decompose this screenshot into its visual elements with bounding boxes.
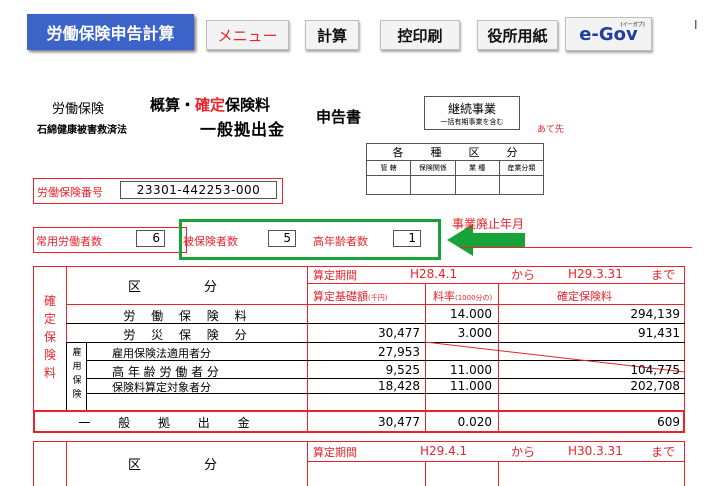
side-label-employment-insurance: 雇用保険 (72, 348, 82, 400)
business-type-note: 一括有期事業を含む (440, 118, 504, 126)
row-calc-target-label: 保険料算定対象者分 (112, 381, 211, 394)
table2-period-from: H29.4.1 (420, 444, 468, 458)
row-employment-applied-base[interactable]: 27,953 (310, 345, 420, 359)
table1-from-word: から (511, 268, 536, 282)
row-accident-rate[interactable]: 3.000 (430, 326, 492, 340)
calculate-button[interactable]: 計算 (305, 20, 359, 50)
office-form-button[interactable]: 役所用紙 (477, 20, 558, 50)
row-elderly-label: 高 年 齢 労 働 者 分 (112, 365, 219, 379)
general-contribution-base[interactable]: 30,477 (310, 415, 420, 429)
table2-from-word: から (511, 445, 536, 459)
highlight-box (179, 219, 441, 260)
row-calc-target-amount[interactable]: 202,708 (500, 379, 680, 393)
side-label-confirmed-premium: 確定保険料 (43, 294, 56, 380)
table2-period-label: 算定期間 (313, 446, 357, 459)
row-accident-base[interactable]: 30,477 (310, 326, 420, 340)
regular-workers-label: 常用労働者数 (36, 235, 102, 248)
table1-period-label: 算定期間 (313, 269, 357, 282)
rate-label: 料率(1000分の) (433, 290, 493, 303)
table2-period-to: H30.3.31 (568, 444, 623, 458)
row-elderly-amount[interactable]: 104,775 (500, 363, 680, 377)
menu-button[interactable]: メニュー (206, 20, 289, 50)
insurance-number-field[interactable]: 23301-442253-000 (120, 181, 277, 199)
header-asbestos-law: 石綿健康被害救済法 (37, 125, 127, 136)
table2-kubun: 区 (128, 458, 142, 473)
table2-bun: 分 (204, 458, 218, 473)
category-box: 各種区分 管 轄 保険関係 業 種 産業分類 (366, 143, 544, 176)
regular-workers-field[interactable]: 6 (136, 230, 165, 247)
category-input-row (366, 176, 544, 195)
table1-period-to: H29.3.31 (568, 267, 623, 281)
row-elderly-base[interactable]: 9,525 (310, 363, 420, 377)
general-contribution-label: 一 般 拠 出 金 (78, 416, 262, 430)
egov-tag: (イーガブ) (620, 22, 645, 28)
row-accident-amount[interactable]: 91,431 (500, 326, 680, 340)
row-calc-target-base[interactable]: 18,428 (310, 379, 420, 393)
business-closure-label: 事業廃止年月 (452, 217, 525, 231)
base-amount-label: 算定基礎額(千円) (313, 290, 388, 303)
row-labor-premium-amount[interactable]: 294,139 (500, 307, 680, 321)
addressee-label: あて先 (537, 125, 564, 135)
table2-to-word: まで (651, 445, 676, 459)
insurance-number-label: 労働保険番号 (37, 186, 103, 199)
form-title: 申告書 (316, 108, 362, 126)
table1-kubun: 区 (128, 280, 142, 295)
row-labor-premium-label: 労 働 保 険 料 (123, 309, 253, 323)
table1-period-from: H28.4.1 (410, 267, 458, 281)
app-title-button[interactable]: 労働保険申告計算 (27, 14, 194, 50)
header-general-contribution: 一般拠出金 (200, 120, 286, 139)
category-cols: 管 轄 保険関係 業 種 産業分類 (367, 161, 543, 176)
egov-button[interactable]: e-Gov (イーガブ) (565, 17, 652, 51)
closure-underline (460, 247, 692, 248)
row-elderly-rate[interactable]: 11.000 (430, 363, 492, 377)
print-copy-button[interactable]: 控印刷 (380, 20, 460, 50)
row-accident-label: 労 災 保 険 分 (123, 328, 253, 342)
business-type-box: 継続事業 一括有期事業を含む (424, 96, 520, 130)
confirmed-premium-label: 確定保険料 (557, 290, 612, 303)
header-title-row1: 概算・確定保険料 (150, 96, 271, 114)
general-contribution-rate[interactable]: 0.020 (430, 415, 492, 429)
business-type-label: 継続事業 (447, 102, 496, 116)
category-title: 各種区分 (367, 144, 543, 161)
general-contribution-amount[interactable]: 609 (500, 415, 680, 429)
row-calc-target-rate[interactable]: 11.000 (430, 379, 492, 393)
header-labor-insurance: 労働保険 (52, 102, 105, 117)
table1-bun: 分 (204, 280, 218, 295)
text-cursor: I (694, 18, 698, 32)
table1-to-word: まで (651, 268, 676, 282)
row-labor-premium-rate[interactable]: 14.000 (430, 307, 492, 321)
row-employment-applied-label: 雇用保険法適用者分 (112, 347, 211, 360)
